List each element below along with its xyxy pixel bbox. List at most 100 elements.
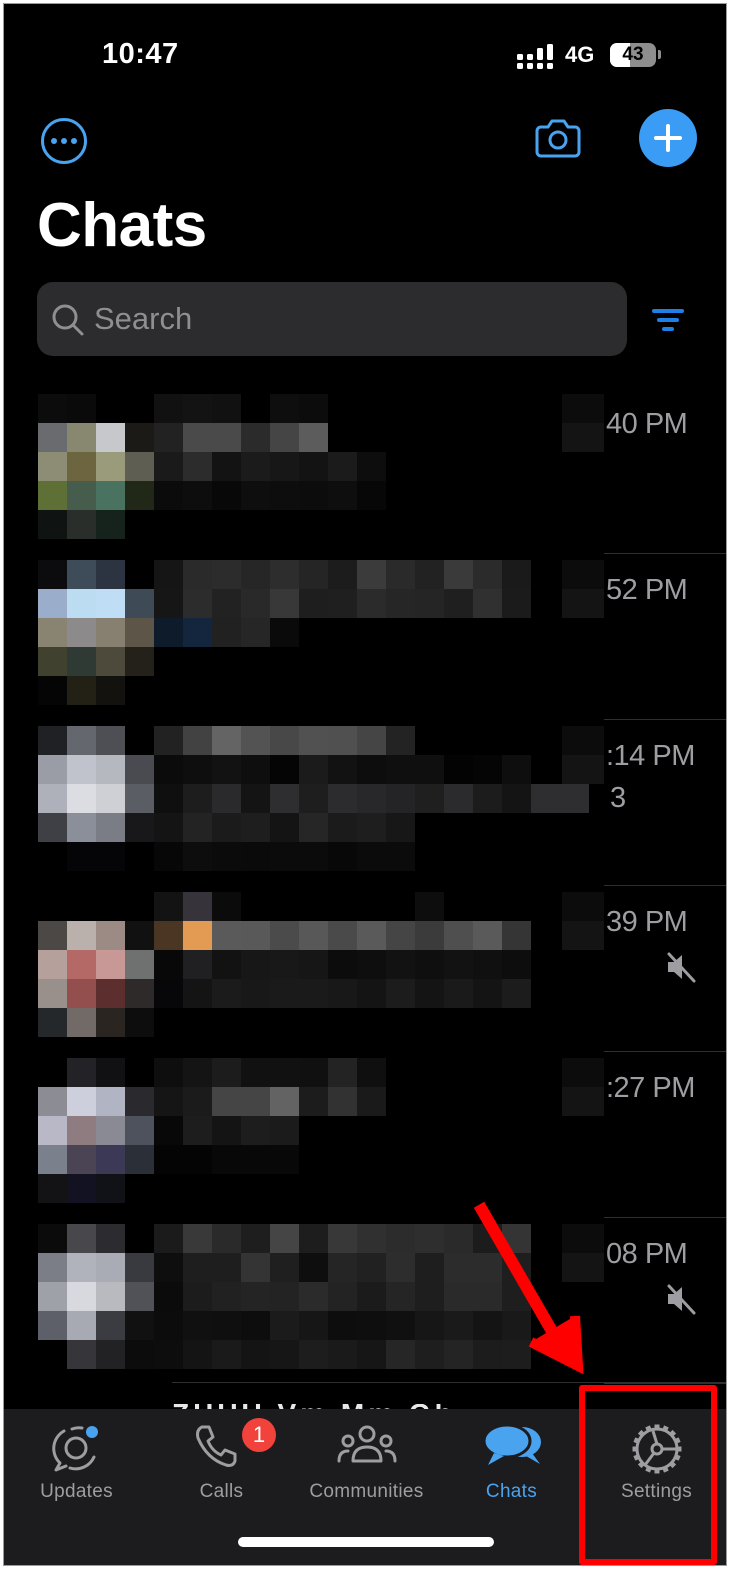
- mosaic-block: [299, 979, 328, 1008]
- tab-updates[interactable]: Updates: [4, 1409, 149, 1519]
- mosaic-block: [270, 481, 299, 510]
- mosaic-block: [270, 726, 299, 755]
- avatar-block: [38, 676, 67, 705]
- mosaic-block: [212, 618, 241, 647]
- avatar-block: [38, 1116, 67, 1145]
- mosaic-block: [328, 784, 357, 813]
- mosaic-block: [386, 1282, 415, 1311]
- avatar-block: [67, 1145, 96, 1174]
- avatar-block: [96, 1008, 125, 1037]
- tab-chats[interactable]: Chats: [439, 1409, 584, 1519]
- mosaic-block: [67, 394, 96, 423]
- chat-row[interactable]: 52 PM: [4, 554, 726, 720]
- mosaic-block: [357, 1058, 386, 1087]
- annotation-highlight-box: [579, 1385, 717, 1565]
- avatar-block: [96, 979, 125, 1008]
- mosaic-block: [299, 452, 328, 481]
- chat-row[interactable]: 40 PM: [4, 388, 726, 554]
- mosaic-block: [357, 1224, 386, 1253]
- mosaic-block: [502, 560, 531, 589]
- avatar-block: [38, 647, 67, 676]
- mosaic-block: [270, 452, 299, 481]
- mosaic-block: [154, 979, 183, 1008]
- calls-badge: 1: [242, 1418, 276, 1452]
- mosaic-block: [183, 842, 212, 871]
- mosaic-block: [183, 589, 212, 618]
- filter-button[interactable]: [652, 309, 686, 333]
- new-chat-button[interactable]: [639, 109, 697, 167]
- mosaic-block: [183, 1253, 212, 1282]
- mosaic-block: [299, 784, 328, 813]
- chat-row[interactable]: 08 PM: [4, 1218, 726, 1384]
- chat-row[interactable]: 39 PM: [4, 886, 726, 1052]
- mosaic-block: [212, 1340, 241, 1369]
- chat-row[interactable]: :14 PM 3: [4, 720, 726, 886]
- mosaic-block: [212, 892, 241, 921]
- mosaic-block: [270, 1058, 299, 1087]
- mosaic-block: [299, 394, 328, 423]
- mosaic-block: [270, 1311, 299, 1340]
- mosaic-block: [502, 921, 531, 950]
- camera-icon[interactable]: [535, 118, 581, 158]
- mosaic-block: [270, 589, 299, 618]
- mosaic-block: [386, 1340, 415, 1369]
- more-options-button[interactable]: [41, 118, 87, 164]
- phone-screen: 10:47 4G 43 Chats 40 PM 52 PM:14 PM 3 39 PM…: [3, 3, 727, 1566]
- mosaic-block: [357, 950, 386, 979]
- avatar-block: [125, 618, 154, 647]
- home-indicator[interactable]: [238, 1537, 494, 1547]
- avatar-block: [96, 510, 125, 539]
- mosaic-block: [444, 950, 473, 979]
- mosaic-block: [502, 1311, 531, 1340]
- mosaic-block: [473, 1340, 502, 1369]
- mosaic-block: [270, 423, 299, 452]
- avatar-block: [38, 1087, 67, 1116]
- mosaic-block: [183, 1145, 212, 1174]
- mosaic-block: [299, 813, 328, 842]
- mosaic-block: [299, 1282, 328, 1311]
- search-input[interactable]: [94, 296, 594, 342]
- avatar-block: [67, 676, 96, 705]
- mosaic-block: [386, 560, 415, 589]
- chat-row[interactable]: :27 PM: [4, 1052, 726, 1218]
- mosaic-block: [183, 1116, 212, 1145]
- avatar-block: [67, 979, 96, 1008]
- mosaic-block: [241, 1058, 270, 1087]
- avatar-block: [38, 1282, 67, 1311]
- mosaic-block: [357, 726, 386, 755]
- avatar-block: [67, 842, 96, 871]
- mosaic-block: [502, 979, 531, 1008]
- mosaic-block: [299, 755, 328, 784]
- mosaic-block: [154, 1253, 183, 1282]
- avatar-block: [38, 813, 67, 842]
- mosaic-block: [444, 979, 473, 1008]
- avatar-block: [96, 784, 125, 813]
- mosaic-block: [357, 1282, 386, 1311]
- mosaic-block: [212, 726, 241, 755]
- search-bar[interactable]: [37, 282, 627, 356]
- mosaic-block: [299, 726, 328, 755]
- page-title: Chats: [37, 191, 207, 260]
- tab-communities[interactable]: Communities: [294, 1409, 439, 1519]
- battery-tip: [658, 50, 661, 59]
- mosaic-block: [183, 1058, 212, 1087]
- mosaic-block: [212, 950, 241, 979]
- mosaic-block: [241, 1116, 270, 1145]
- avatar-block: [125, 1145, 154, 1174]
- mosaic-block: [415, 1224, 444, 1253]
- mosaic-block: [386, 784, 415, 813]
- row-separator: [604, 1383, 726, 1384]
- chat-timestamp: 08 PM: [606, 1238, 688, 1270]
- mosaic-block: [212, 452, 241, 481]
- mosaic-block: [328, 1311, 357, 1340]
- mosaic-block: [386, 1253, 415, 1282]
- mosaic-block: [502, 1282, 531, 1311]
- mosaic-block: [212, 755, 241, 784]
- mosaic-block: [502, 950, 531, 979]
- mosaic-block: [270, 842, 299, 871]
- avatar-block: [67, 921, 96, 950]
- mosaic-block: [444, 1253, 473, 1282]
- mosaic-block: [328, 452, 357, 481]
- mosaic-block: [562, 589, 604, 618]
- mosaic-block: [212, 560, 241, 589]
